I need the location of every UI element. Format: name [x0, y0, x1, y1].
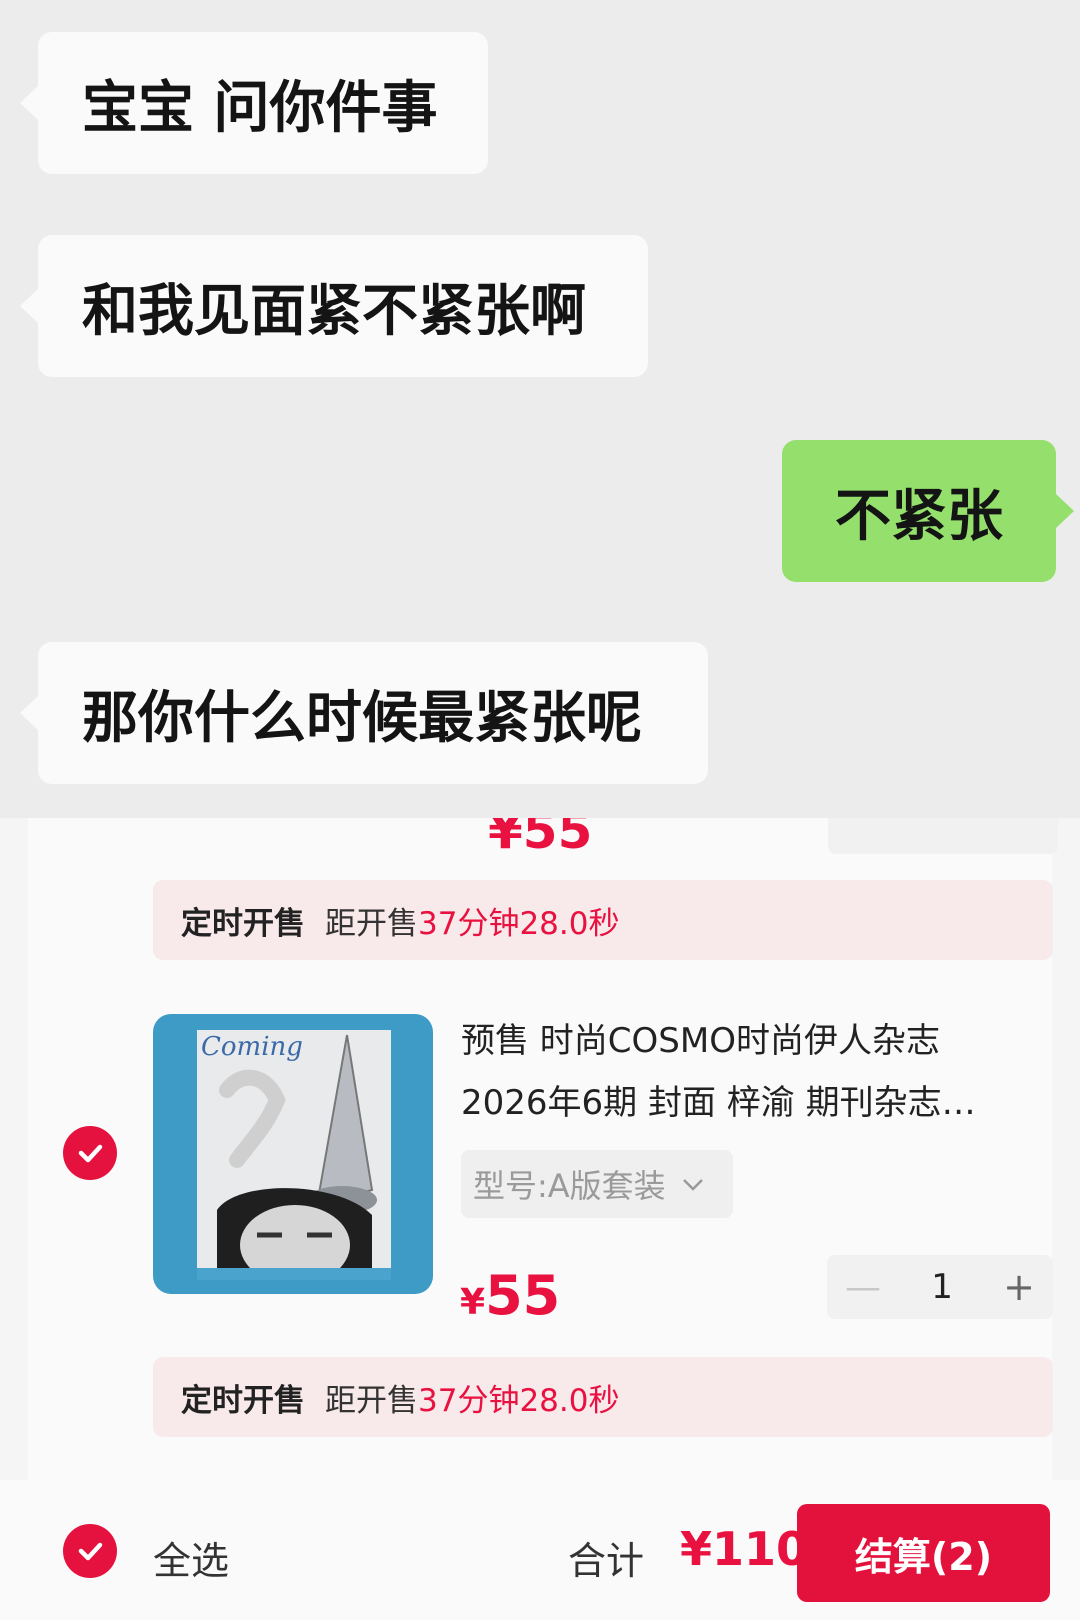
chat-message-text: 那你什么时候最紧张呢 [82, 685, 642, 751]
sale-prefix: 距开售 [325, 905, 418, 942]
product-price: ¥55 [460, 1264, 560, 1327]
minus-icon[interactable]: — [845, 1267, 881, 1308]
chat-message-text: 不紧张 [835, 483, 1003, 549]
check-icon [78, 1542, 103, 1561]
select-all-checkbox[interactable] [63, 1524, 117, 1578]
chat-message-1: 宝宝 问你件事 [20, 32, 488, 174]
quantity-stepper[interactable]: — 1 + [827, 1255, 1053, 1319]
chat-message-text: 和我见面紧不紧张啊 [82, 278, 586, 344]
screen: 宝宝 问你件事 和我见面紧不紧张啊 不紧张 那你什么时候最紧张呢 ¥55 定时开… [0, 0, 1080, 1620]
sale-timer-bar: 定时开售 距开售 37分钟28.0秒 [153, 880, 1053, 960]
sale-prefix: 距开售 [325, 1382, 418, 1419]
chat-panel: 宝宝 问你件事 和我见面紧不紧张啊 不紧张 那你什么时候最紧张呢 [0, 0, 1080, 818]
total-value: ¥110 [680, 1522, 809, 1576]
sale-label: 定时开售 [181, 905, 305, 942]
chevron-down-icon [682, 1169, 704, 1199]
previous-item-price: ¥55 [488, 818, 593, 860]
select-all-label[interactable]: 全选 [153, 1530, 229, 1585]
cover-photo-icon [197, 1034, 391, 1280]
previous-item-stepper[interactable] [828, 818, 1058, 854]
product-title-line-2: 2026年6期 封面 梓渝 期刊杂志… [461, 1083, 976, 1123]
total-label: 合计 [568, 1539, 645, 1583]
sale-countdown: 37分钟28.0秒 [418, 905, 620, 942]
product-image[interactable]: Coming [153, 1014, 433, 1294]
item-checkbox[interactable] [63, 1126, 117, 1180]
plus-icon[interactable]: + [1003, 1265, 1035, 1309]
chat-message-text: 宝宝 问你件事 [82, 75, 438, 141]
sale-countdown: 37分钟28.0秒 [418, 1382, 620, 1419]
check-icon [78, 1144, 103, 1163]
sale-timer-bar: 定时开售 距开售 37分钟28.0秒 [153, 1357, 1053, 1437]
chat-message-2: 和我见面紧不紧张啊 [20, 235, 648, 377]
variant-label: 型号:A版套装 [473, 1167, 666, 1205]
magazine-cover: Coming [197, 1030, 391, 1280]
chat-message-4: 那你什么时候最紧张呢 [20, 642, 708, 784]
chat-message-3: 不紧张 [782, 440, 1074, 582]
sale-label: 定时开售 [181, 1382, 305, 1419]
product-title-line-1: 预售 时尚COSMO时尚伊人杂志 [461, 1021, 940, 1061]
price-currency: ¥ [460, 1282, 486, 1323]
checkout-bar: 全选 合计 ¥110 结算(2) [0, 1480, 1080, 1620]
product-title[interactable]: 预售 时尚COSMO时尚伊人杂志 2026年6期 封面 梓渝 期刊杂志… [461, 1010, 1031, 1134]
quantity-value[interactable]: 1 [931, 1267, 953, 1307]
price-value: 55 [485, 1264, 561, 1327]
checkout-button[interactable]: 结算(2) [797, 1504, 1050, 1602]
variant-selector[interactable]: 型号:A版套装 [461, 1150, 733, 1218]
